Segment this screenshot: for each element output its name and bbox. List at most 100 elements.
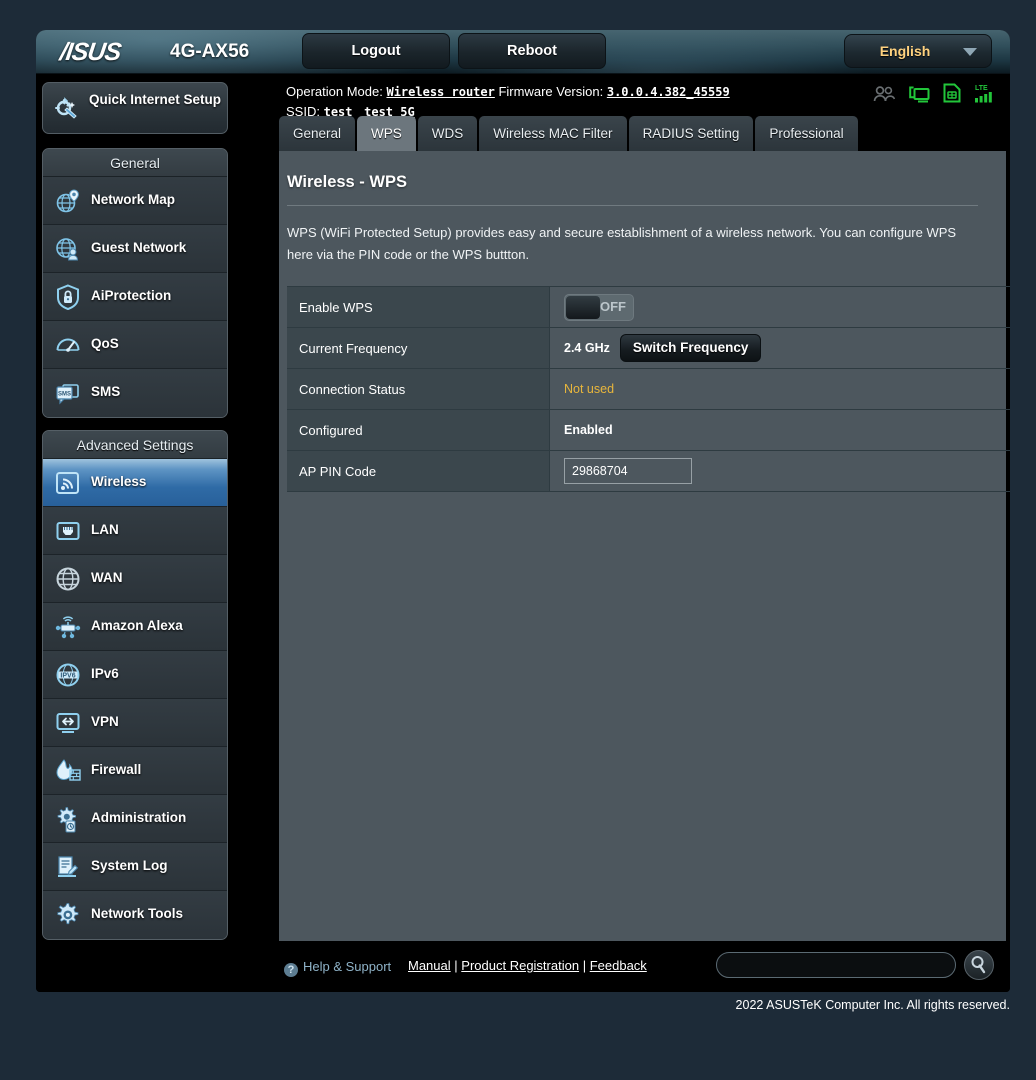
system-log-icon bbox=[54, 853, 82, 886]
row-label: Configured bbox=[287, 410, 550, 450]
question-mark-icon: ? bbox=[284, 963, 298, 977]
main-panel: Wireless - WPS WPS (WiFi Protected Setup… bbox=[279, 151, 1010, 941]
sidebar-item-label: Wireless bbox=[91, 474, 147, 489]
ap-pin-code-input[interactable] bbox=[564, 458, 692, 484]
sidebar-group-title: Advanced Settings bbox=[43, 431, 227, 459]
speedometer-icon bbox=[54, 331, 82, 364]
tab-wireless-mac-filter[interactable]: Wireless MAC Filter bbox=[479, 116, 627, 151]
manual-link[interactable]: Manual bbox=[408, 958, 451, 973]
sidebar-item-ipv6[interactable]: IPV6 IPv6 bbox=[43, 651, 227, 699]
wireless-signal-icon bbox=[54, 469, 82, 502]
product-registration-link[interactable]: Product Registration bbox=[461, 958, 579, 973]
row-label: Enable WPS bbox=[287, 287, 550, 327]
guest-network-icon bbox=[54, 235, 82, 268]
sidebar-item-administration[interactable]: Administration bbox=[43, 795, 227, 843]
operation-mode-value[interactable]: Wireless router bbox=[386, 85, 494, 99]
enable-wps-toggle[interactable]: OFF bbox=[564, 293, 634, 321]
clients-icon[interactable] bbox=[873, 85, 896, 103]
sidebar-item-label: Firewall bbox=[91, 762, 142, 777]
sidebar: Quick Internet Setup General Network Map… bbox=[40, 82, 230, 952]
current-frequency-value: 2.4 GHz bbox=[564, 341, 610, 355]
sim-card-icon[interactable] bbox=[943, 83, 961, 103]
logout-button[interactable]: Logout bbox=[302, 33, 450, 69]
sidebar-item-system-log[interactable]: System Log bbox=[43, 843, 227, 891]
top-header-bar: /ISUS 4G-AX56 Logout Reboot English bbox=[36, 30, 1010, 74]
sidebar-item-label: Guest Network bbox=[91, 240, 187, 255]
faq-search-box[interactable] bbox=[716, 952, 956, 978]
switch-frequency-button[interactable]: Switch Frequency bbox=[619, 334, 762, 362]
sidebar-item-label: Quick Internet Setup bbox=[89, 92, 222, 107]
sidebar-group-general: General Network Map Guest Network AiProt… bbox=[42, 148, 228, 418]
reboot-button[interactable]: Reboot bbox=[458, 33, 606, 69]
table-row-connection-status: Connection Status Not used bbox=[287, 369, 1010, 410]
sidebar-item-lan[interactable]: LAN bbox=[43, 507, 227, 555]
tab-wds[interactable]: WDS bbox=[417, 116, 478, 151]
language-selector-value: English bbox=[879, 43, 931, 59]
usb-device-icon[interactable] bbox=[908, 85, 930, 103]
operation-mode-label: Operation Mode: bbox=[286, 84, 383, 99]
tab-wps[interactable]: WPS bbox=[357, 116, 416, 151]
row-value: OFF bbox=[550, 287, 1010, 327]
sidebar-item-network-map[interactable]: Network Map bbox=[43, 177, 227, 225]
title-divider bbox=[287, 205, 978, 206]
help-and-support[interactable]: ? Help & Support bbox=[284, 958, 391, 977]
sidebar-item-sms[interactable]: SMS SMS bbox=[43, 369, 227, 417]
language-selector[interactable]: English bbox=[844, 34, 992, 68]
tab-radius-setting[interactable]: RADIUS Setting bbox=[628, 116, 754, 151]
row-value bbox=[550, 451, 1010, 491]
faq-search-input[interactable] bbox=[717, 953, 955, 977]
sidebar-item-label: System Log bbox=[91, 858, 168, 873]
quick-setup-icon bbox=[53, 95, 81, 128]
faq-search-button[interactable] bbox=[964, 950, 994, 980]
sidebar-item-vpn[interactable]: VPN bbox=[43, 699, 227, 747]
svg-text:LTE: LTE bbox=[975, 85, 988, 92]
row-value: 2.4 GHz Switch Frequency bbox=[550, 328, 1010, 368]
sidebar-item-label: VPN bbox=[91, 714, 119, 729]
sidebar-group-title: General bbox=[43, 149, 227, 177]
lan-port-icon bbox=[54, 517, 82, 550]
sidebar-item-guest-network[interactable]: Guest Network bbox=[43, 225, 227, 273]
feedback-link[interactable]: Feedback bbox=[590, 958, 647, 973]
asus-logo: /ISUS bbox=[58, 38, 123, 66]
page-description: WPS (WiFi Protected Setup) provides easy… bbox=[287, 225, 957, 262]
network-map-icon bbox=[54, 187, 82, 220]
sidebar-item-label: Network Tools bbox=[91, 906, 184, 921]
help-support-label: Help & Support bbox=[303, 959, 392, 974]
alexa-network-icon bbox=[54, 613, 82, 646]
sidebar-item-aiprotection[interactable]: AiProtection bbox=[43, 273, 227, 321]
footer-links: Manual | Product Registration | Feedback bbox=[408, 958, 647, 973]
sidebar-item-amazon-alexa[interactable]: Amazon Alexa bbox=[43, 603, 227, 651]
sidebar-item-firewall[interactable]: Firewall bbox=[43, 747, 227, 795]
table-row-enable-wps: Enable WPS OFF bbox=[287, 287, 1010, 328]
firmware-label: Firmware Version: bbox=[498, 84, 604, 99]
sidebar-item-network-tools[interactable]: Network Tools bbox=[43, 891, 227, 939]
sidebar-item-wan[interactable]: WAN bbox=[43, 555, 227, 603]
tab-professional[interactable]: Professional bbox=[755, 116, 858, 151]
lte-signal-icon[interactable]: LTE bbox=[974, 83, 996, 103]
toggle-state-label: OFF bbox=[600, 298, 626, 314]
sidebar-item-label: IPv6 bbox=[91, 666, 119, 681]
firmware-version-value[interactable]: 3.0.0.4.382_45559 bbox=[607, 85, 730, 99]
configured-value: Enabled bbox=[564, 423, 613, 437]
tab-general[interactable]: General bbox=[279, 116, 356, 151]
network-tools-icon bbox=[54, 901, 82, 934]
sidebar-item-label: LAN bbox=[91, 522, 119, 537]
table-row-configured: Configured Enabled bbox=[287, 410, 1010, 451]
tab-bar: General WPS WDS Wireless MAC Filter RADI… bbox=[279, 116, 1006, 151]
svg-text:SMS: SMS bbox=[58, 391, 71, 397]
table-row-ap-pin-code: AP PIN Code bbox=[287, 451, 1010, 492]
connection-status-value: Not used bbox=[564, 382, 615, 396]
app-body: Quick Internet Setup General Network Map… bbox=[36, 74, 1010, 946]
link-separator-2: | bbox=[582, 958, 587, 973]
sidebar-item-label: QoS bbox=[91, 336, 119, 351]
sms-icon: SMS bbox=[54, 379, 82, 412]
ipv6-globe-icon: IPV6 bbox=[54, 661, 82, 694]
globe-icon bbox=[54, 565, 82, 598]
sidebar-group-advanced-settings: Advanced Settings Wireless LAN WAN Amazo… bbox=[42, 430, 228, 940]
sidebar-item-quick-internet-setup[interactable]: Quick Internet Setup bbox=[42, 82, 228, 134]
sidebar-item-wireless[interactable]: Wireless bbox=[43, 459, 227, 507]
sidebar-item-qos[interactable]: QoS bbox=[43, 321, 227, 369]
row-label: AP PIN Code bbox=[287, 451, 550, 491]
row-label: Current Frequency bbox=[287, 328, 550, 368]
firewall-flame-icon bbox=[54, 757, 82, 790]
